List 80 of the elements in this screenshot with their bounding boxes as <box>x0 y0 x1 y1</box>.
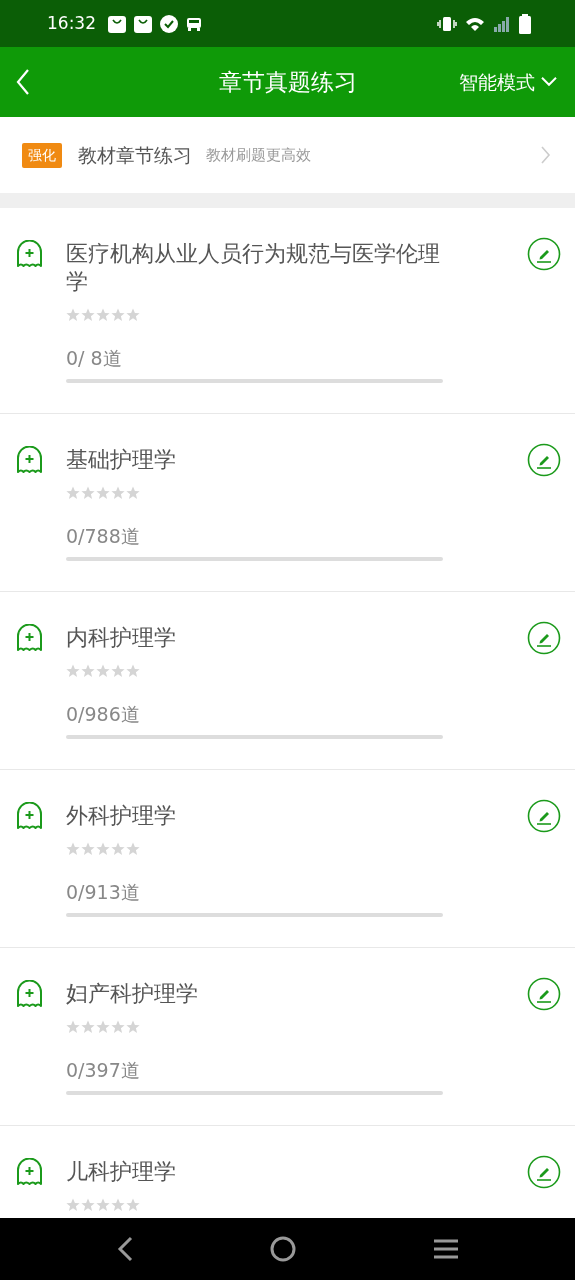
pencil-icon <box>527 977 561 1011</box>
star-icon <box>126 664 140 678</box>
vibrate-icon <box>437 15 457 32</box>
status-time: 16:32 <box>47 11 96 35</box>
edit-button[interactable] <box>527 977 561 1011</box>
banner-subtitle: 教材刷题更高效 <box>206 144 311 166</box>
star-icon <box>81 842 95 856</box>
star-icon <box>96 308 110 322</box>
star-icon <box>66 664 80 678</box>
ghost-plus-icon <box>16 446 43 474</box>
star-icon <box>126 1020 140 1034</box>
chapter-title: 儿科护理学 <box>66 1158 177 1186</box>
star-icon <box>111 1020 125 1034</box>
ghost-plus-icon <box>16 802 43 830</box>
menu-icon[interactable] <box>432 1238 459 1260</box>
question-count: 0/986道 <box>66 702 141 726</box>
edit-button[interactable] <box>527 799 561 833</box>
home-icon[interactable] <box>269 1236 296 1262</box>
edit-button[interactable] <box>527 621 561 655</box>
star-icon <box>81 1020 95 1034</box>
star-icon <box>111 842 125 856</box>
star-icon <box>96 1020 110 1034</box>
star-icon <box>81 664 95 678</box>
bus-icon <box>186 15 202 32</box>
star-icon <box>96 1198 110 1212</box>
question-count: 0/913道 <box>66 880 141 904</box>
star-icon <box>96 664 110 678</box>
star-icon <box>96 842 110 856</box>
chevron-right-icon <box>541 146 551 164</box>
chevron-down-icon <box>541 77 557 87</box>
star-icon <box>66 308 80 322</box>
pencil-icon <box>527 1155 561 1189</box>
bag-icon <box>108 14 126 33</box>
chapter-title: 内科护理学 <box>66 624 177 652</box>
back-icon <box>16 69 30 95</box>
star-icon <box>111 1198 125 1212</box>
star-icon <box>111 664 125 678</box>
star-icon <box>111 486 125 500</box>
star-icon <box>66 1020 80 1034</box>
ghost-plus-icon <box>16 1158 43 1186</box>
pencil-icon <box>527 237 561 271</box>
star-icon <box>126 842 140 856</box>
battery-icon <box>519 13 531 34</box>
chapter-title: 医疗机构从业人员行为规范与医学伦理学 <box>66 240 441 296</box>
ghost-plus-icon <box>16 980 43 1008</box>
edit-button[interactable] <box>527 1155 561 1189</box>
mode-dropdown[interactable]: 智能模式 <box>459 67 557 97</box>
star-icon <box>81 308 95 322</box>
chapter-title: 妇产科护理学 <box>66 980 199 1008</box>
wifi-icon <box>465 15 485 32</box>
question-count: 0/788道 <box>66 524 141 548</box>
back-button[interactable] <box>16 69 30 95</box>
ghost-plus-icon <box>16 240 43 268</box>
star-icon <box>126 1198 140 1212</box>
banner-title: 教材章节练习 <box>78 142 192 168</box>
back-icon[interactable] <box>116 1236 133 1262</box>
question-count: 0/ 8道 <box>66 346 123 370</box>
star-icon <box>66 486 80 500</box>
star-icon <box>81 486 95 500</box>
bag-icon <box>134 14 152 33</box>
star-icon <box>96 486 110 500</box>
page-title: 章节真题练习 <box>218 67 357 97</box>
question-count: 0/397道 <box>66 1058 141 1082</box>
star-icon <box>126 308 140 322</box>
ghost-plus-icon <box>16 624 43 652</box>
pencil-icon <box>527 799 561 833</box>
star-icon <box>81 1198 95 1212</box>
chapter-title: 基础护理学 <box>66 446 177 474</box>
check-icon <box>160 14 178 33</box>
star-icon <box>111 308 125 322</box>
pencil-icon <box>527 443 561 477</box>
edit-button[interactable] <box>527 237 561 271</box>
chapter-title: 外科护理学 <box>66 802 177 830</box>
star-icon <box>66 842 80 856</box>
pencil-icon <box>527 621 561 655</box>
edit-button[interactable] <box>527 443 561 477</box>
star-icon <box>66 1198 80 1212</box>
star-icon <box>126 486 140 500</box>
badge-label: 强化 <box>22 142 62 168</box>
signal-icon <box>493 15 511 32</box>
